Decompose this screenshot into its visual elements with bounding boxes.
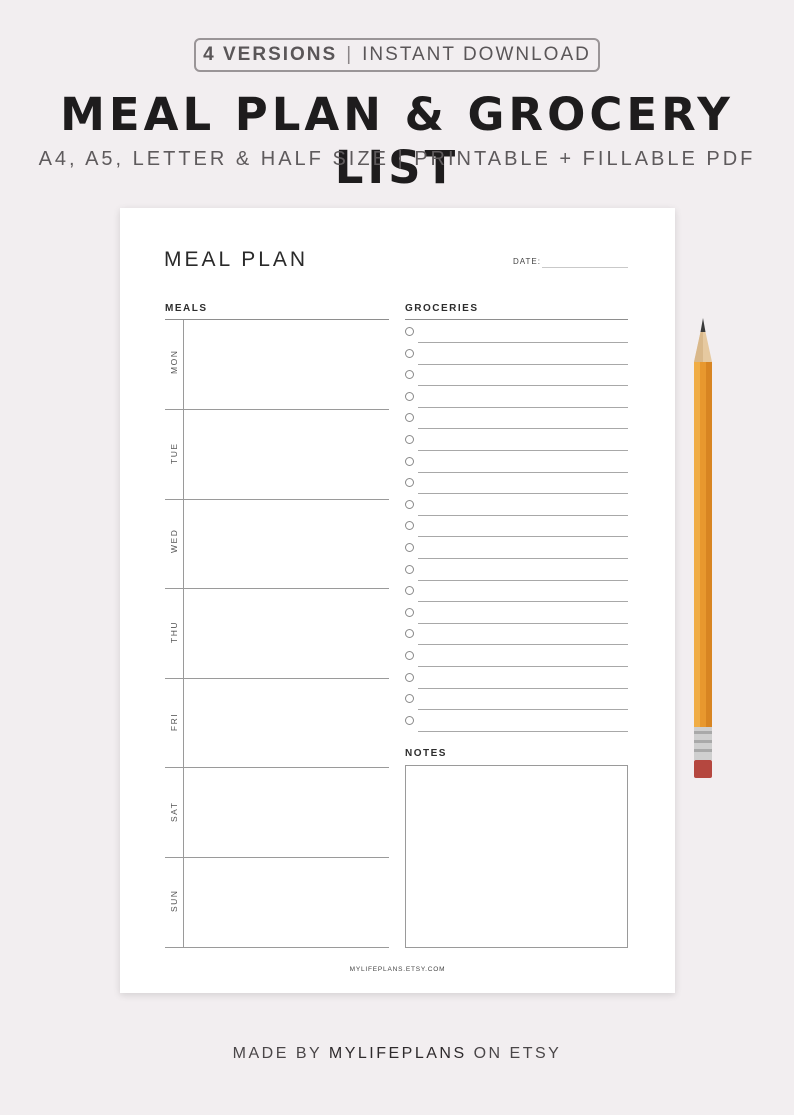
grocery-item[interactable] — [405, 515, 628, 538]
grocery-item[interactable] — [405, 602, 628, 624]
meal-day-row[interactable]: MON — [165, 320, 389, 410]
grocery-item[interactable] — [405, 494, 628, 516]
grocery-item[interactable] — [405, 688, 628, 711]
meals-heading: MEALS — [165, 303, 208, 314]
date-label: DATE: — [513, 257, 541, 266]
grocery-item[interactable] — [405, 559, 628, 581]
checkbox-circle-icon[interactable] — [405, 543, 414, 552]
grocery-item[interactable] — [405, 623, 628, 646]
pencil-icon — [694, 318, 712, 778]
meal-day-row[interactable]: THU — [165, 589, 389, 679]
meal-day-row[interactable]: SAT — [165, 768, 389, 858]
checkbox-circle-icon[interactable] — [405, 607, 414, 617]
page-title: MEAL PLAN & GROCERY LIST — [60, 88, 734, 194]
meal-day-row[interactable]: SUN — [165, 858, 389, 948]
checkbox-circle-icon[interactable] — [405, 478, 414, 488]
checkbox-circle-icon[interactable] — [405, 499, 414, 509]
grocery-item[interactable] — [405, 343, 628, 365]
made-by-suffix: ON ETSY — [473, 1045, 562, 1062]
meal-day-row[interactable]: FRI — [165, 678, 389, 769]
day-label: SAT — [169, 801, 179, 822]
meal-day-row[interactable]: WED — [165, 499, 389, 590]
grocery-item[interactable] — [405, 472, 628, 495]
grocery-item[interactable] — [405, 386, 628, 408]
notes-field[interactable] — [405, 765, 628, 948]
checkbox-circle-icon[interactable] — [405, 715, 414, 725]
day-label: FRI — [169, 713, 179, 732]
grocery-line — [418, 730, 628, 732]
grocery-item[interactable] — [405, 645, 628, 667]
day-label: THU — [169, 620, 179, 643]
checkbox-circle-icon[interactable] — [405, 629, 414, 639]
grocery-item[interactable] — [405, 537, 628, 559]
day-label: MON — [169, 349, 179, 374]
sheet-footer-url: MYLIFEPLANS.ETSY.COM — [349, 966, 446, 973]
checkbox-circle-icon[interactable] — [405, 586, 414, 596]
versions-badge: 4 VERSIONS | INSTANT DOWNLOAD — [194, 38, 600, 72]
day-label: SUN — [169, 889, 179, 912]
checkbox-circle-icon[interactable] — [405, 651, 414, 660]
shop-name: MYLIFEPLANS — [328, 1045, 467, 1062]
planner-sheet: MEAL PLAN DATE: MEALS GROCERIES MON TUE WE… — [120, 208, 675, 993]
checkbox-circle-icon[interactable] — [405, 456, 414, 466]
grocery-item[interactable] — [405, 407, 628, 430]
checkbox-circle-icon[interactable] — [405, 521, 414, 531]
badge-download-text: INSTANT DOWNLOAD — [362, 44, 591, 65]
day-label: TUE — [169, 442, 179, 464]
groceries-heading: GROCERIES — [405, 303, 479, 314]
grocery-item[interactable] — [405, 364, 628, 387]
checkbox-circle-icon[interactable] — [405, 564, 414, 574]
checkbox-circle-icon[interactable] — [405, 391, 414, 401]
checkbox-circle-icon[interactable] — [405, 672, 414, 682]
sheet-title: MEAL PLAN — [164, 248, 309, 271]
grocery-item[interactable] — [405, 580, 628, 603]
meals-divider — [183, 320, 184, 947]
date-field[interactable] — [542, 267, 628, 268]
grocery-item[interactable] — [405, 321, 628, 343]
grocery-item[interactable] — [405, 710, 628, 732]
grocery-item[interactable] — [405, 667, 628, 689]
checkbox-circle-icon[interactable] — [405, 348, 414, 358]
page-subtitle: A4, A5, LETTER & HALF SIZE | PRINTABLE +… — [38, 148, 756, 170]
meal-day-row[interactable]: TUE — [165, 410, 389, 500]
grocery-item[interactable] — [405, 429, 628, 451]
made-by-prefix: MADE BY — [232, 1045, 322, 1062]
checkbox-circle-icon[interactable] — [405, 435, 414, 444]
day-label: WED — [169, 528, 179, 554]
checkbox-circle-icon[interactable] — [405, 327, 414, 336]
checkbox-circle-icon[interactable] — [405, 694, 414, 704]
notes-heading: NOTES — [405, 748, 447, 759]
made-by-credit: MADE BY MYLIFEPLANS ON ETSY — [0, 1045, 794, 1063]
checkbox-circle-icon[interactable] — [405, 370, 414, 380]
checkbox-circle-icon[interactable] — [405, 413, 414, 423]
badge-separator: | — [346, 44, 354, 65]
groceries-top-rule — [405, 319, 628, 320]
badge-versions-text: 4 VERSIONS — [203, 44, 338, 65]
grocery-item[interactable] — [405, 451, 628, 473]
